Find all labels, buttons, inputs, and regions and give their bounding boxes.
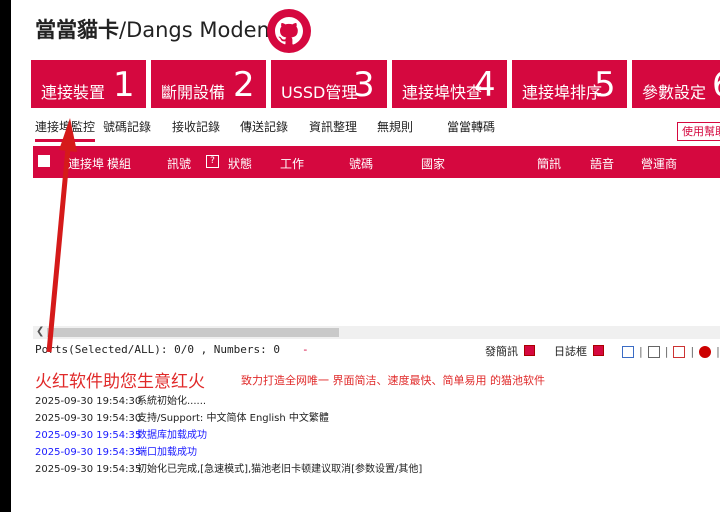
ports-status: Ports(Selected/ALL): 0/0 , Numbers: 0- — [35, 343, 309, 356]
app-window: 當當貓卡/Dangs Modem 連接裝置 1 斷開設備 2 USSD管理 3 … — [11, 0, 720, 512]
log-message: 端口加载成功 — [137, 447, 197, 458]
port-table-body — [33, 178, 720, 326]
separator: | — [690, 345, 695, 358]
select-all-checkbox[interactable] — [38, 155, 50, 167]
sms-checkbox[interactable] — [524, 345, 535, 356]
sms-option[interactable]: 發簡訊 — [485, 343, 535, 359]
button-label: 連接埠快查 — [402, 83, 483, 102]
button-number: 5 — [594, 65, 616, 105]
banner-title: 火红软件助您生意红火 — [35, 372, 205, 392]
log-message: 数据库加载成功 — [137, 430, 207, 441]
sms-option-label: 發簡訊 — [485, 345, 518, 358]
log-entry: 2025-09-30 19:54:30系統初始化...... — [35, 392, 206, 407]
log-message: 初始化已完成,[急速模式],猫池老旧卡顿建议取消[参数设置/其他] — [137, 464, 423, 475]
col-signal[interactable]: 訊號 — [167, 155, 191, 172]
scrollbar-thumb[interactable] — [47, 328, 339, 337]
col-number[interactable]: 號碼 — [349, 155, 373, 172]
horizontal-scrollbar[interactable]: ❮ — [33, 326, 720, 339]
scroll-left-icon[interactable]: ❮ — [36, 326, 44, 337]
document-icon[interactable] — [647, 345, 660, 358]
question-icon[interactable]: ? — [206, 155, 219, 168]
button-number: 4 — [474, 65, 496, 105]
log-entry: 2025-09-30 19:54:35初始化已完成,[急速模式],猫池老旧卡顿建… — [35, 460, 422, 475]
log-timestamp: 2025-09-30 19:54:35 — [35, 464, 142, 475]
table-header: 連接埠 模組 訊號 ? 狀態 工作 號碼 國家 簡訊 語音 營運商 — [33, 146, 720, 178]
log-timestamp: 2025-09-30 19:54:30 — [35, 396, 142, 407]
log-timestamp: 2025-09-30 19:54:30 — [35, 413, 142, 424]
button-label: 斷開設備 — [161, 83, 226, 102]
col-work[interactable]: 工作 — [280, 155, 304, 172]
font-icon[interactable] — [673, 345, 686, 358]
col-voice[interactable]: 語音 — [590, 155, 614, 172]
connect-device-button[interactable]: 連接裝置 1 — [31, 60, 146, 108]
ussd-manage-button[interactable]: USSD管理 3 — [271, 60, 387, 108]
export-icon[interactable] — [622, 345, 634, 358]
button-label: 連接埠排序 — [522, 83, 603, 102]
button-label: USSD管理 — [281, 83, 358, 102]
tab-number-records[interactable]: 號碼記錄 — [103, 118, 151, 135]
tab-info-organize[interactable]: 資訊整理 — [309, 118, 357, 135]
button-number: 1 — [113, 65, 135, 105]
log-option-label: 日誌框 — [554, 345, 587, 358]
separator: | — [639, 345, 643, 358]
button-label: 連接裝置 — [41, 83, 106, 102]
col-module[interactable]: 模組 — [107, 155, 131, 172]
tab-send-records[interactable]: 傳送記錄 — [240, 118, 288, 135]
log-message: 支持/Support: 中文简体 English 中文繁體 — [137, 413, 329, 424]
log-option[interactable]: 日誌框 — [554, 343, 604, 359]
help-button[interactable]: 使用幫助 — [677, 122, 720, 141]
col-status[interactable]: 狀態 — [228, 155, 252, 172]
log-entry: 2025-09-30 19:54:35端口加载成功 — [35, 443, 197, 458]
settings-button[interactable]: 參數設定 6 — [632, 60, 720, 108]
col-country[interactable]: 國家 — [421, 155, 445, 172]
tab-port-monitor[interactable]: 連接埠監控 — [35, 118, 96, 142]
app-title: 當當貓卡/Dangs Modem — [35, 18, 278, 42]
tab-receive-records[interactable]: 接收記錄 — [172, 118, 220, 135]
port-quick-check-button[interactable]: 連接埠快查 4 — [392, 60, 507, 108]
log-message: 系統初始化...... — [137, 396, 207, 407]
log-entry: 2025-09-30 19:54:30支持/Support: 中文简体 Engl… — [35, 409, 329, 424]
col-port[interactable]: 連接埠 — [68, 155, 104, 172]
log-timestamp: 2025-09-30 19:54:35 — [35, 430, 142, 441]
log-entry: 2025-09-30 19:54:35数据库加载成功 — [35, 426, 207, 441]
disconnect-device-button[interactable]: 斷開設備 2 — [151, 60, 266, 108]
button-number: 6 — [712, 68, 720, 102]
close-icon[interactable] — [699, 345, 712, 358]
github-icon[interactable] — [267, 9, 311, 53]
log-checkbox[interactable] — [593, 345, 604, 356]
separator: | — [664, 345, 669, 358]
button-number: 3 — [353, 65, 375, 105]
log-timestamp: 2025-09-30 19:54:35 — [35, 447, 142, 458]
button-label: 參數設定 — [642, 83, 707, 102]
banner-subtitle: 致力打造全网唯一 界面简洁、速度最快、简单易用 的猫池软件 — [241, 374, 545, 387]
port-sort-button[interactable]: 連接埠排序 5 — [512, 60, 627, 108]
button-number: 2 — [233, 65, 255, 105]
col-carrier[interactable]: 營運商 — [641, 155, 677, 172]
col-sms[interactable]: 簡訊 — [537, 155, 561, 172]
tab-dangdang-transcode[interactable]: 當當轉碼 — [447, 118, 495, 135]
separator: | — [716, 345, 720, 358]
tab-no-rules[interactable]: 無規則 — [377, 118, 413, 135]
tool-icons: | | | | — [622, 341, 720, 360]
